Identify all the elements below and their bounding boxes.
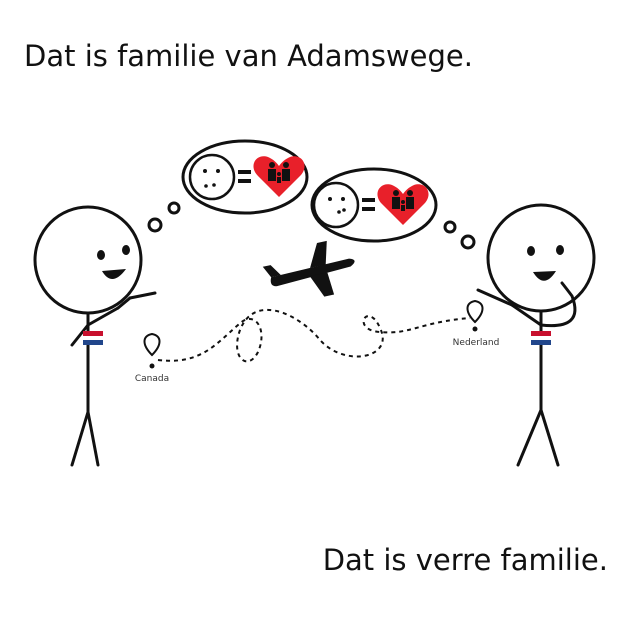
comic-scene: Canada Nederland bbox=[33, 139, 596, 467]
left-leg bbox=[86, 410, 100, 467]
location-pin-icon bbox=[143, 332, 161, 369]
location-pin-icon bbox=[466, 299, 484, 332]
right-head bbox=[486, 203, 596, 313]
left-eye bbox=[122, 245, 130, 255]
thought-dot bbox=[460, 234, 476, 250]
left-head bbox=[33, 205, 143, 315]
dashed-flight-route bbox=[157, 309, 471, 363]
smiley-face-icon bbox=[312, 181, 360, 229]
left-arm bbox=[128, 291, 157, 300]
right-eye bbox=[556, 245, 564, 255]
bottom-caption: Dat is verre familie. bbox=[322, 543, 608, 577]
right-eye bbox=[527, 246, 535, 256]
dutch-flag-icon bbox=[83, 331, 103, 345]
left-thought-bubble bbox=[147, 139, 309, 233]
thought-dot bbox=[443, 220, 457, 234]
smiley-face-icon bbox=[188, 153, 236, 201]
right-leg bbox=[516, 408, 543, 467]
right-leg bbox=[539, 408, 560, 467]
left-eye bbox=[97, 250, 105, 260]
dutch-flag-icon bbox=[531, 331, 551, 345]
place-label-canada: Canada bbox=[135, 374, 169, 384]
place-label-nederland: Nederland bbox=[453, 338, 500, 348]
left-leg bbox=[70, 410, 90, 467]
thought-dot bbox=[167, 201, 181, 215]
right-thought-bubble bbox=[310, 167, 476, 250]
thought-dot bbox=[147, 217, 163, 233]
airplane-icon bbox=[262, 240, 355, 297]
